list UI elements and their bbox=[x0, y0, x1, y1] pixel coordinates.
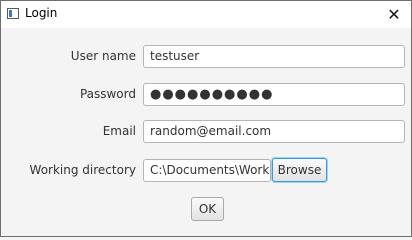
window-title: Login bbox=[25, 6, 58, 20]
working-directory-field[interactable]: C:\Documents\Workir bbox=[143, 159, 271, 182]
email-label: Email bbox=[102, 124, 136, 138]
username-label: User name bbox=[70, 49, 136, 63]
password-label: Password bbox=[79, 87, 136, 101]
ok-button[interactable]: OK bbox=[191, 197, 224, 221]
password-field[interactable]: ●●●●●●●●●● bbox=[143, 83, 405, 106]
window-app-icon bbox=[7, 8, 19, 19]
close-icon[interactable]: ✕ bbox=[377, 1, 411, 28]
login-dialog: Login ✕ User name testuser Password ●●●●… bbox=[0, 0, 412, 237]
browse-button[interactable]: Browse bbox=[272, 158, 327, 182]
email-field[interactable]: random@email.com bbox=[143, 120, 405, 143]
title-bar: Login ✕ bbox=[1, 1, 411, 28]
working-directory-label: Working directory bbox=[29, 163, 136, 177]
username-field[interactable]: testuser bbox=[143, 45, 405, 68]
